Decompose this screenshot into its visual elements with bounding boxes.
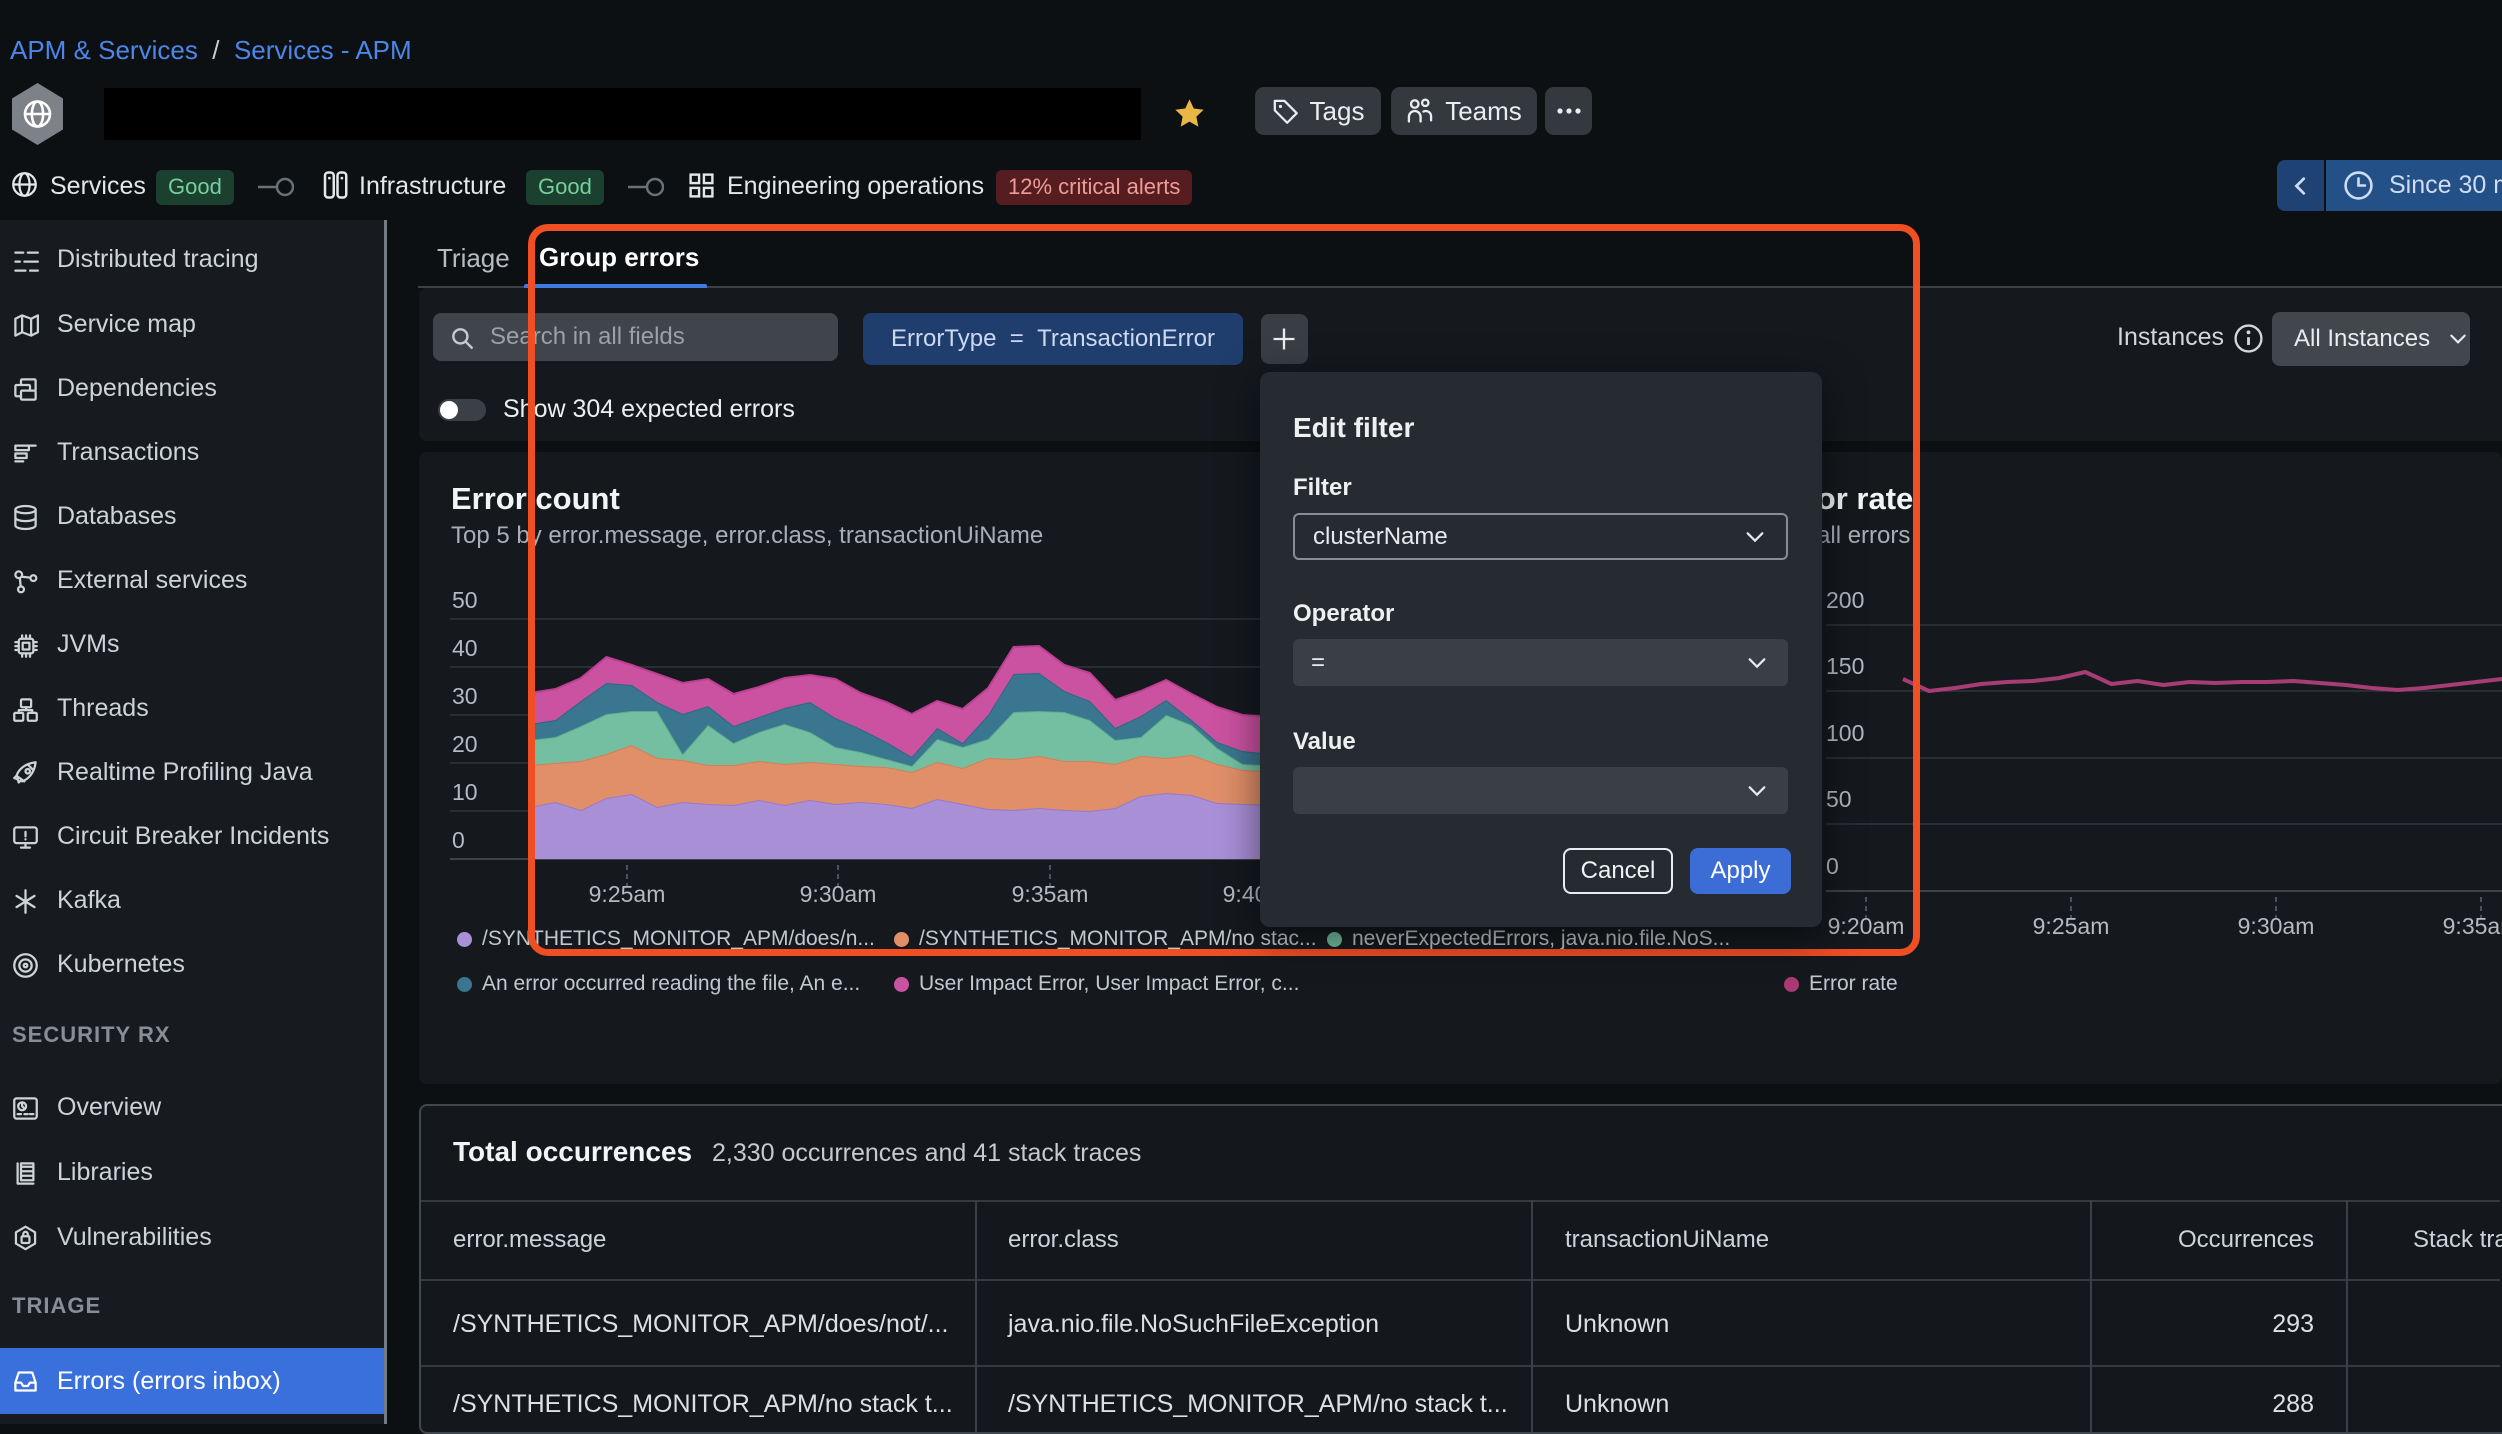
svg-text:20: 20 <box>452 731 478 757</box>
svg-text:30: 30 <box>452 683 478 709</box>
svg-text:40: 40 <box>452 635 478 661</box>
svg-text:50: 50 <box>452 587 478 613</box>
svg-text:9:35am: 9:35am <box>2443 913 2502 939</box>
svg-text:9:25am: 9:25am <box>2033 913 2110 939</box>
svg-text:0: 0 <box>452 827 465 853</box>
svg-text:9:30am: 9:30am <box>2238 913 2315 939</box>
svg-text:10: 10 <box>452 779 478 805</box>
